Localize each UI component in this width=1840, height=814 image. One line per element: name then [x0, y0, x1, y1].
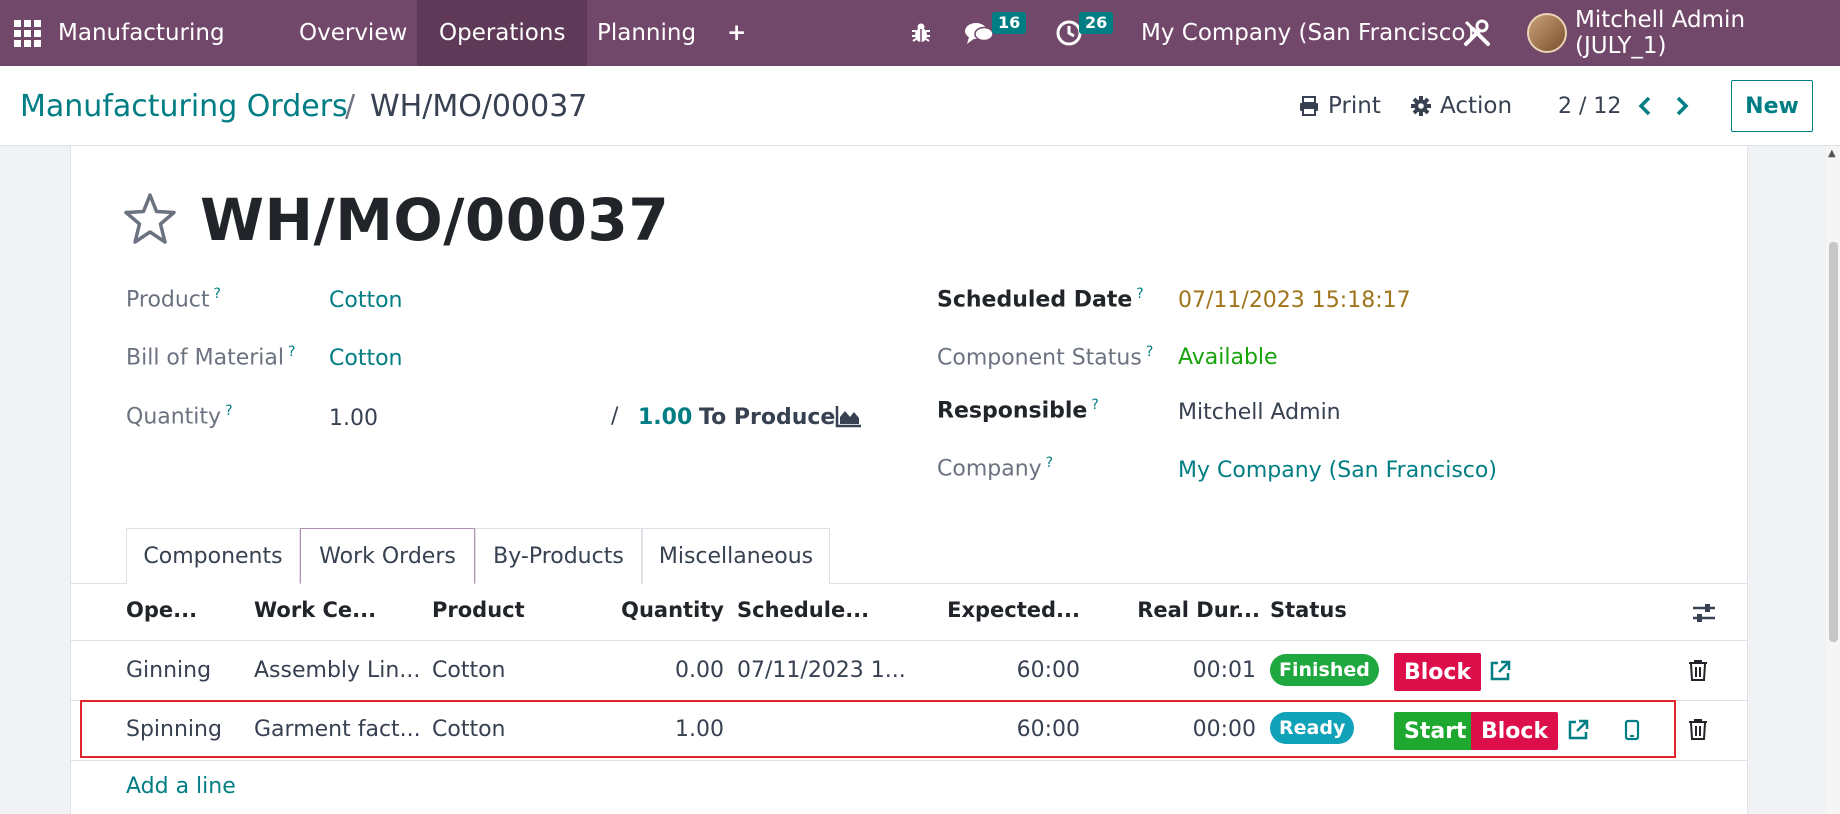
control-panel: Manufacturing Orders / WH/MO/00037 Print…: [0, 66, 1840, 146]
forecast-chart-icon[interactable]: [835, 404, 863, 432]
row-1-block-button[interactable]: Block: [1394, 653, 1482, 691]
component-status-value: Available: [1178, 345, 1278, 370]
debug-bug-icon[interactable]: [909, 0, 933, 66]
row-1-status-badge: Finished: [1270, 654, 1379, 686]
activities-count-badge: 26: [1079, 12, 1114, 34]
add-a-line-link[interactable]: Add a line: [126, 774, 236, 799]
column-expected[interactable]: Expected...: [900, 598, 1080, 622]
column-work-center[interactable]: Work Ce...: [254, 598, 376, 622]
bom-help-mark[interactable]: ?: [288, 344, 295, 360]
pager-value[interactable]: 2 / 12: [1558, 66, 1621, 146]
component-status-help-mark[interactable]: ?: [1146, 344, 1153, 360]
app-brand[interactable]: Manufacturing: [58, 0, 225, 66]
quantity-input[interactable]: 1.00: [329, 406, 378, 431]
pager-previous-icon[interactable]: [1637, 66, 1653, 146]
user-menu[interactable]: Mitchell Admin (JULY_1): [1575, 0, 1840, 66]
tab-by-products[interactable]: By-Products: [475, 528, 642, 584]
company-field[interactable]: My Company (San Francisco): [1178, 458, 1497, 483]
pager-next-icon[interactable]: [1674, 66, 1690, 146]
top-navbar: Manufacturing Overview Operations Planni…: [0, 0, 1840, 66]
menu-operations[interactable]: Operations: [417, 0, 588, 66]
favorite-star-icon[interactable]: [122, 192, 178, 250]
quantity-help-mark[interactable]: ?: [225, 403, 232, 419]
component-status-label: Component Status?: [937, 344, 1154, 371]
scheduled-date-field[interactable]: 07/11/2023 15:18:17: [1178, 288, 1411, 313]
messages-count-badge: 16: [992, 12, 1027, 34]
column-status[interactable]: Status: [1270, 598, 1347, 622]
menu-overview[interactable]: Overview: [277, 0, 429, 66]
scheduled-date-help-mark[interactable]: ?: [1136, 286, 1143, 302]
row-1-scheduled[interactable]: 07/11/2023 1...: [737, 658, 906, 683]
quantity-label: Quantity?: [126, 403, 233, 430]
print-label: Print: [1328, 93, 1381, 119]
quick-create-plus-icon[interactable]: +: [727, 0, 746, 66]
row-1-operation[interactable]: Ginning: [126, 658, 211, 683]
tab-miscellaneous[interactable]: Miscellaneous: [642, 528, 830, 584]
company-switcher[interactable]: My Company (San Francisco): [1141, 0, 1474, 66]
to-produce-quantity: 1.00: [638, 405, 693, 430]
product-field[interactable]: Cotton: [329, 288, 402, 313]
print-icon: [1300, 96, 1318, 116]
user-avatar[interactable]: [1527, 0, 1567, 66]
responsible-label: Responsible?: [937, 397, 1099, 424]
bom-field[interactable]: Cotton: [329, 346, 402, 371]
product-help-mark[interactable]: ?: [214, 286, 221, 302]
column-scheduled[interactable]: Schedule...: [737, 598, 869, 622]
action-label: Action: [1440, 93, 1513, 119]
column-quantity[interactable]: Quantity: [600, 598, 724, 622]
tab-work-orders[interactable]: Work Orders: [300, 528, 475, 584]
breadcrumb-current: WH/MO/00037: [370, 88, 588, 124]
print-button[interactable]: Print: [1298, 66, 1381, 146]
to-produce-label: To Produce: [699, 405, 836, 430]
row-1-open-external-icon[interactable]: [1488, 659, 1512, 687]
apps-grid-icon[interactable]: [14, 0, 44, 66]
tab-components[interactable]: Components: [126, 528, 300, 584]
product-label: Product?: [126, 286, 221, 313]
menu-planning[interactable]: Planning: [575, 0, 718, 66]
quantity-separator: /: [611, 404, 619, 429]
messages-chat-icon[interactable]: [964, 0, 994, 66]
breadcrumb-separator: /: [345, 88, 356, 124]
table-header-divider: [71, 640, 1747, 641]
column-real-duration[interactable]: Real Dur...: [1100, 598, 1260, 622]
responsible-field[interactable]: Mitchell Admin: [1178, 400, 1341, 425]
settings-tools-icon[interactable]: [1461, 0, 1493, 66]
responsible-help-mark[interactable]: ?: [1091, 397, 1098, 413]
row-1-quantity[interactable]: 0.00: [600, 658, 724, 683]
company-label: Company?: [937, 455, 1054, 482]
company-help-mark[interactable]: ?: [1046, 455, 1053, 471]
row-1-real-duration[interactable]: 00:01: [1100, 658, 1256, 683]
row-1-work-center[interactable]: Assembly Lin...: [254, 658, 420, 683]
column-product[interactable]: Product: [432, 598, 525, 622]
row-1-product[interactable]: Cotton: [432, 658, 505, 683]
record-title: WH/MO/00037: [200, 186, 670, 254]
row-divider: [71, 760, 1747, 761]
row-1-delete-trash-icon[interactable]: [1688, 659, 1708, 685]
breadcrumb-parent-link[interactable]: Manufacturing Orders: [20, 66, 348, 146]
page-scrollbar[interactable]: [1826, 146, 1840, 814]
new-record-button[interactable]: New: [1731, 80, 1813, 132]
row-1-expected[interactable]: 60:00: [900, 658, 1080, 683]
scheduled-date-label: Scheduled Date?: [937, 286, 1144, 313]
highlight-annotation-box: [80, 700, 1676, 758]
action-button[interactable]: Action: [1410, 66, 1512, 146]
scroll-up-arrow-icon[interactable]: ▲: [1828, 148, 1836, 159]
column-operation[interactable]: Ope...: [126, 598, 197, 622]
row-2-delete-trash-icon[interactable]: [1688, 718, 1708, 744]
bom-label: Bill of Material?: [126, 344, 296, 371]
optional-columns-sliders-icon[interactable]: [1692, 602, 1716, 628]
gear-icon: [1411, 96, 1431, 116]
